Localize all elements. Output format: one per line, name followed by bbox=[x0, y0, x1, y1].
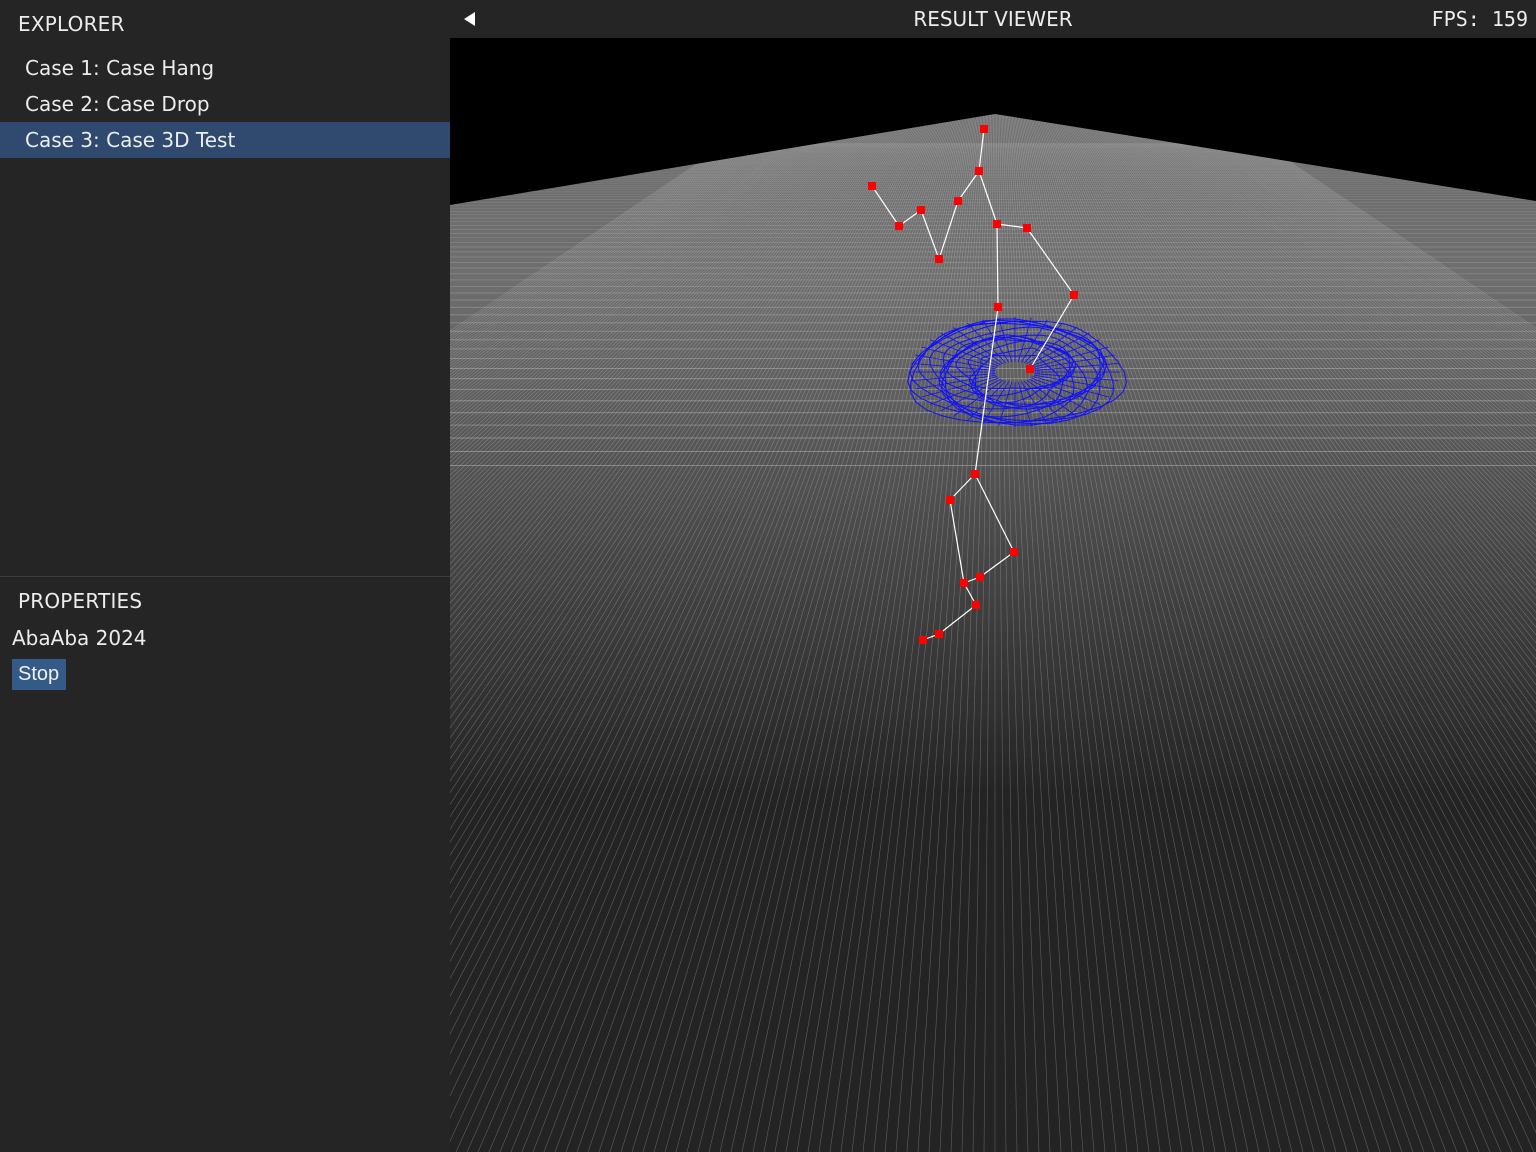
stop-button[interactable]: Stop bbox=[12, 659, 67, 690]
viewer-title: RESULT VIEWER bbox=[913, 7, 1073, 31]
result-viewer: RESULT VIEWER FPS: 159 bbox=[450, 0, 1536, 1152]
properties-text: AbaAba 2024 bbox=[12, 626, 147, 650]
explorer-title: EXPLORER bbox=[18, 12, 125, 36]
skeleton-joint bbox=[919, 636, 927, 644]
skeleton-joint bbox=[976, 573, 984, 581]
skeleton-joint bbox=[975, 167, 983, 175]
skeleton-joint bbox=[1010, 548, 1018, 556]
skeleton-joint bbox=[971, 470, 979, 478]
skeleton-joint bbox=[935, 630, 943, 638]
explorer-item-label: Case 1: Case Hang bbox=[25, 56, 215, 80]
explorer-item-label: Case 3: Case 3D Test bbox=[25, 128, 236, 152]
skeleton-joint bbox=[994, 303, 1002, 311]
panel-divider bbox=[0, 576, 450, 577]
skeleton-joint bbox=[1023, 224, 1031, 232]
skeleton-joint bbox=[993, 220, 1001, 228]
skeleton-joint bbox=[960, 579, 968, 587]
skeleton-joint bbox=[895, 222, 903, 230]
fps-counter: FPS: 159 bbox=[1431, 7, 1528, 31]
viewer-header: RESULT VIEWER FPS: 159 bbox=[450, 0, 1536, 38]
explorer-item-case-1[interactable]: Case 1: Case Hang bbox=[0, 50, 450, 86]
skeleton-joint bbox=[946, 496, 954, 504]
skeleton-joint bbox=[972, 601, 980, 609]
explorer-item-case-2[interactable]: Case 2: Case Drop bbox=[0, 86, 450, 122]
skeleton-joint bbox=[917, 206, 925, 214]
3d-viewport[interactable] bbox=[450, 38, 1536, 1152]
back-arrow-icon[interactable] bbox=[462, 10, 480, 28]
explorer-item-case-3[interactable]: Case 3: Case 3D Test bbox=[0, 122, 450, 158]
properties-title: PROPERTIES bbox=[18, 589, 143, 613]
skeleton-joint bbox=[980, 125, 988, 133]
app-window: EXPLORER Case 1: Case Hang Case 2: Case … bbox=[0, 0, 1536, 1152]
explorer-item-label: Case 2: Case Drop bbox=[25, 92, 210, 116]
skeleton-joint bbox=[954, 197, 962, 205]
skeleton-joint bbox=[1026, 365, 1034, 373]
skeleton-joint bbox=[1070, 291, 1078, 299]
skeleton-joint bbox=[868, 182, 876, 190]
skeleton-joint bbox=[935, 255, 943, 263]
sidebar: EXPLORER Case 1: Case Hang Case 2: Case … bbox=[0, 0, 450, 1152]
